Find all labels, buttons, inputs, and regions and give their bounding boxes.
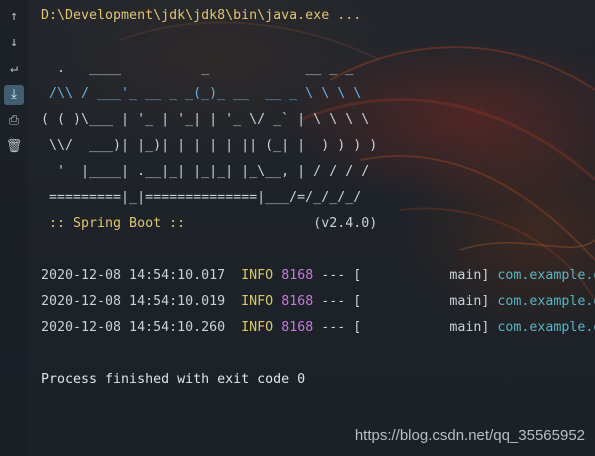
down-arrow-icon[interactable]: ↓ bbox=[4, 33, 24, 53]
log-separator: --- [ bbox=[313, 320, 362, 335]
banner-line: =========|_|==============|___/=/_/_/_/ bbox=[41, 190, 362, 205]
banner-line: \\/ ___)| |_)| | | | | || (_| | ) ) ) ) bbox=[41, 138, 378, 153]
log-timestamp: 2020-12-08 14:54:10.017 bbox=[41, 268, 226, 283]
log-line: 2020-12-08 14:54:10.017 INFO 8168 --- [ … bbox=[41, 267, 595, 285]
log-line: 2020-12-08 14:54:10.019 INFO 8168 --- [ … bbox=[41, 293, 595, 311]
watermark: https://blog.csdn.net/qq_35565952 bbox=[354, 427, 585, 444]
log-level: INFO bbox=[241, 320, 274, 335]
command-line: D:\Development\jdk\jdk8\bin\java.exe ... bbox=[41, 8, 362, 23]
log-thread: main] bbox=[361, 294, 498, 309]
log-logger[interactable]: com.example.d bbox=[497, 294, 595, 309]
log-thread: main] bbox=[361, 320, 498, 335]
log-pid: 8168 bbox=[281, 294, 314, 309]
trash-icon[interactable]: 🗑 bbox=[4, 137, 24, 157]
log-thread: main] bbox=[361, 268, 498, 283]
scroll-to-end-icon[interactable]: ⤓ bbox=[4, 85, 24, 105]
log-separator: --- [ bbox=[313, 268, 362, 283]
soft-wrap-icon[interactable]: ↵ bbox=[4, 59, 24, 79]
banner-line: ( ( )\___ | '_ | '_| | '_ \/ _` | \ \ \ … bbox=[41, 112, 370, 127]
log-level: INFO bbox=[241, 294, 274, 309]
log-level: INFO bbox=[241, 268, 274, 283]
log-line: 2020-12-08 14:54:10.260 INFO 8168 --- [ … bbox=[41, 319, 595, 337]
spring-boot-version: (v2.4.0) bbox=[193, 216, 378, 231]
log-logger[interactable]: com.example.d bbox=[497, 268, 595, 283]
log-timestamp: 2020-12-08 14:54:10.260 bbox=[41, 320, 226, 335]
log-separator: --- [ bbox=[313, 294, 362, 309]
up-arrow-icon[interactable]: ↑ bbox=[4, 7, 24, 27]
banner-line: . ____ _ __ _ _ bbox=[41, 61, 354, 76]
spring-boot-label: :: Spring Boot :: bbox=[41, 216, 194, 231]
print-icon[interactable]: ⎙ bbox=[4, 111, 24, 131]
banner-line: /\\ / ___'_ __ _ _(_)_ __ __ _ \ \ \ \ bbox=[41, 86, 362, 101]
log-pid: 8168 bbox=[281, 320, 314, 335]
exit-message: Process finished with exit code 0 bbox=[41, 372, 306, 387]
log-pid: 8168 bbox=[281, 268, 314, 283]
console-toolbar: ↑ ↓ ↵ ⤓ ⎙ 🗑 bbox=[0, 0, 28, 456]
log-logger[interactable]: com.example.d bbox=[497, 320, 595, 335]
banner-line: ' |____| .__|_| |_|_| |_\__, | / / / / bbox=[41, 164, 370, 179]
log-timestamp: 2020-12-08 14:54:10.019 bbox=[41, 294, 226, 309]
spring-boot-version-line: :: Spring Boot :: (v2.4.0) bbox=[41, 215, 377, 233]
